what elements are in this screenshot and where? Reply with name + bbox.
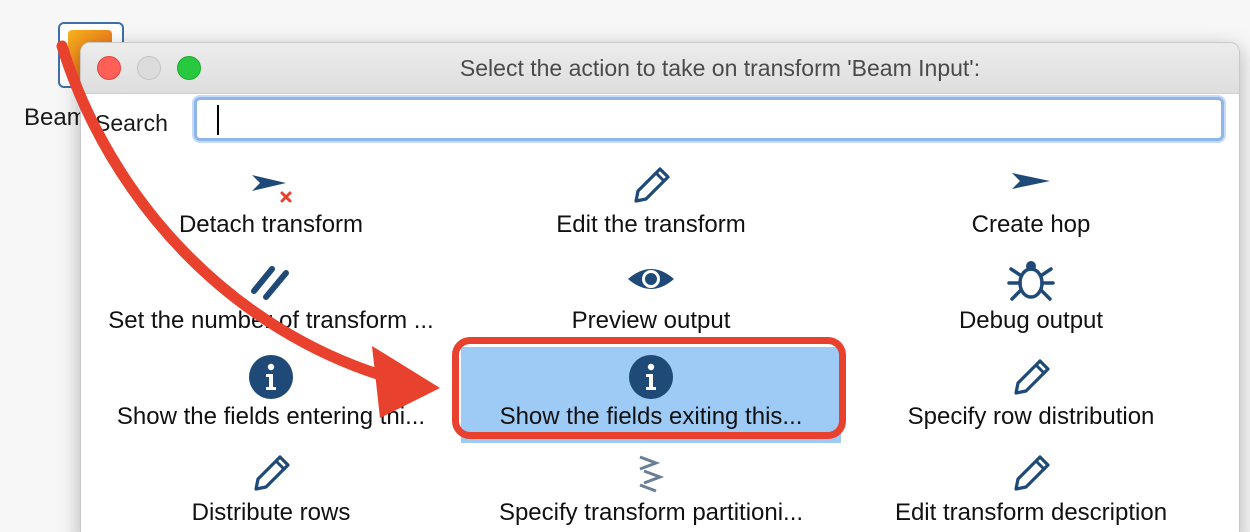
search-input[interactable] (194, 97, 1224, 141)
titlebar: Select the action to take on transform '… (81, 43, 1239, 94)
eye-icon (628, 269, 674, 289)
minimize-button[interactable] (137, 56, 161, 80)
dialog-title: Select the action to take on transform '… (459, 55, 981, 81)
search-label: Search (95, 110, 168, 136)
action-label: Specify row distribution (907, 403, 1155, 430)
partition-arrows-icon (639, 455, 665, 493)
action-label: Show the fields exiting this... (499, 403, 803, 430)
hop-arrow-icon (1012, 173, 1050, 189)
pencil-icon (634, 167, 670, 203)
action-distribute-rows[interactable]: Distribute rows (81, 443, 461, 532)
action-label: Debug output (958, 307, 1104, 334)
action-specify-row-distribution[interactable]: Specify row distribution (841, 347, 1221, 443)
action-edit-description[interactable]: Edit transform description (841, 443, 1221, 532)
action-label: Detach transform (178, 211, 364, 238)
pencil-icon (1014, 359, 1050, 395)
bug-icon (1007, 261, 1055, 301)
info-icon (629, 355, 673, 399)
action-label: Edit the transform (556, 211, 746, 238)
text-caret (217, 105, 219, 135)
action-label: Create hop (971, 211, 1091, 238)
pencil-icon (1014, 455, 1050, 491)
action-debug-output[interactable]: Debug output (841, 251, 1221, 347)
action-label: Set the number of transform ... (108, 307, 434, 334)
transform-label: Beam Input (24, 104, 84, 131)
action-create-hop[interactable]: Create hop (841, 155, 1221, 251)
action-edit-transform[interactable]: Edit the transform (461, 155, 841, 251)
screen: Beam Input Select the action to take on … (0, 0, 1250, 532)
action-preview-output[interactable]: Preview output (461, 251, 841, 347)
action-label: Preview output (571, 307, 731, 334)
action-detach-transform[interactable]: Detach transform (81, 155, 461, 251)
action-specify-partitioning[interactable]: Specify transform partitioni... (461, 443, 841, 532)
pencil-icon (254, 455, 290, 491)
action-label: Specify transform partitioni... (498, 499, 804, 526)
detach-hop-icon (252, 175, 292, 203)
action-dialog: Select the action to take on transform '… (80, 42, 1240, 532)
action-set-number-of-copies[interactable]: Set the number of transform ... (81, 251, 461, 347)
info-icon (249, 355, 293, 399)
action-label: Show the fields entering thi... (116, 403, 426, 430)
action-label: Distribute rows (191, 499, 351, 526)
search-row: Search (81, 93, 1239, 153)
action-show-output-fields[interactable]: Show the fields exiting this... (461, 347, 841, 443)
close-button[interactable] (97, 56, 121, 80)
parallel-lines-icon (251, 266, 289, 300)
action-show-input-fields[interactable]: Show the fields entering thi... (81, 347, 461, 443)
action-label: Edit transform description (894, 499, 1168, 526)
zoom-button[interactable] (177, 56, 201, 80)
